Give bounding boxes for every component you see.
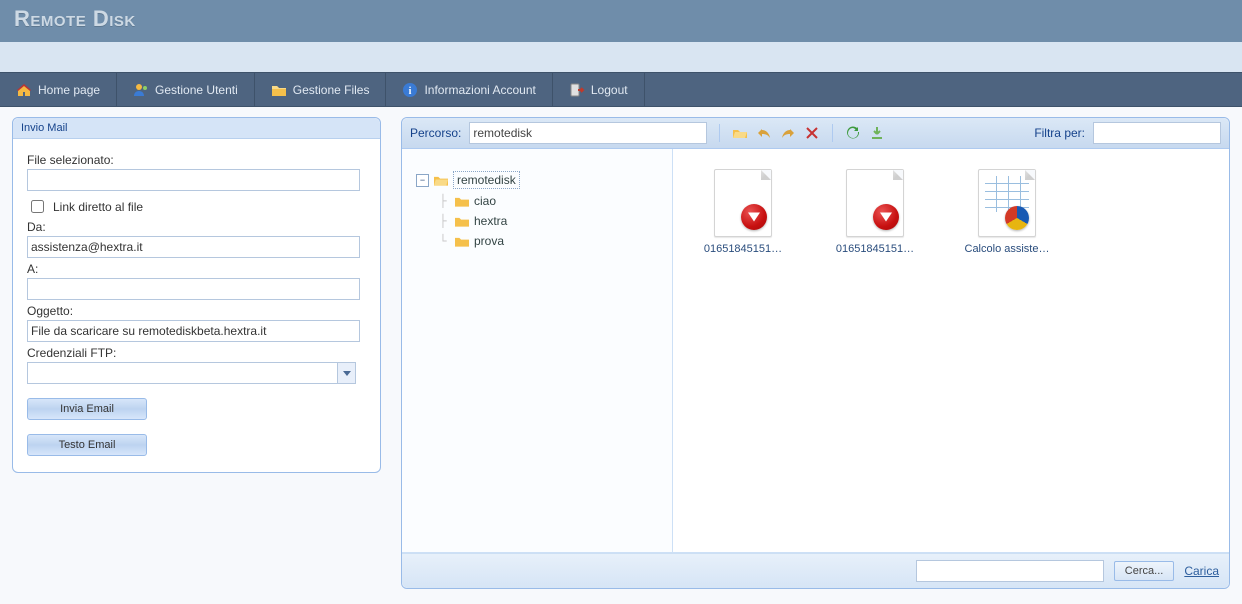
file-name: 01651845151… — [697, 243, 789, 255]
from-label: Da: — [27, 220, 366, 234]
toolbar-sep — [719, 124, 720, 142]
home-icon — [16, 82, 32, 98]
nav-users-label: Gestione Utenti — [155, 83, 238, 97]
toolbar-sep — [832, 124, 833, 142]
tree-root-label: remotedisk — [453, 171, 520, 189]
nav-files-label: Gestione Files — [293, 83, 370, 97]
pdf-icon — [741, 204, 767, 230]
tree-expander-icon[interactable]: − — [416, 174, 429, 187]
ftp-combo-trigger[interactable] — [337, 362, 356, 384]
to-input[interactable] — [27, 278, 360, 300]
users-icon — [133, 82, 149, 98]
file-thumb — [714, 169, 772, 237]
ftp-input[interactable] — [27, 362, 337, 384]
mail-panel: Invio Mail File selezionato: Link dirett… — [12, 117, 381, 473]
nav-files[interactable]: Gestione Files — [255, 73, 387, 106]
nav-bar: Home page Gestione Utenti Gestione Files… — [0, 72, 1242, 107]
send-email-button[interactable]: Invia Email — [27, 398, 147, 420]
file-item[interactable]: 01651845151… — [829, 169, 921, 255]
browser-body: − remotedisk ├ ciao ├ — [402, 149, 1229, 553]
tree-elbow-end-icon: └ — [436, 233, 450, 249]
chevron-down-icon — [343, 371, 351, 376]
direct-link-checkbox[interactable] — [31, 200, 44, 213]
redo-icon[interactable] — [780, 125, 796, 141]
browser-toolbar: Percorso: Filtra per: — [402, 118, 1229, 149]
file-thumb — [978, 169, 1036, 237]
header-spacer — [0, 42, 1242, 72]
nav-home[interactable]: Home page — [0, 73, 117, 106]
file-name: Calcolo assiste… — [961, 243, 1053, 255]
refresh-icon[interactable] — [845, 125, 861, 141]
content-row: Invio Mail File selezionato: Link dirett… — [0, 107, 1242, 599]
file-thumb — [846, 169, 904, 237]
tree-children: ├ ciao ├ hextra └ — [436, 191, 662, 251]
tree-child-label: hextra — [474, 213, 507, 229]
folder-tree: − remotedisk ├ ciao ├ — [402, 149, 673, 552]
nav-account[interactable]: i Informazioni Account — [386, 73, 552, 106]
info-icon: i — [402, 82, 418, 98]
tree-elbow-icon: ├ — [436, 193, 450, 209]
browser-footer: Cerca... Carica — [402, 553, 1229, 588]
tree-elbow-icon: ├ — [436, 213, 450, 229]
app-title: Remote Disk — [0, 0, 1242, 42]
logout-icon — [569, 82, 585, 98]
nav-home-label: Home page — [38, 83, 100, 97]
folder-icon — [455, 195, 469, 207]
file-name: 01651845151… — [829, 243, 921, 255]
email-text-button[interactable]: Testo Email — [27, 434, 147, 456]
folder-icon — [455, 235, 469, 247]
mail-panel-body: File selezionato: Link diretto al file D… — [13, 139, 380, 472]
direct-link-label: Link diretto al file — [53, 200, 143, 214]
folder-icon — [455, 215, 469, 227]
folder-icon — [271, 82, 287, 98]
tree-child[interactable]: └ prova — [436, 231, 662, 251]
path-input[interactable] — [469, 122, 707, 144]
footer-search-input[interactable] — [916, 560, 1104, 582]
nav-logout-label: Logout — [591, 83, 628, 97]
ftp-combo — [27, 362, 356, 384]
ftp-label: Credenziali FTP: — [27, 346, 366, 360]
file-browser-panel: Percorso: Filtra per: — [401, 117, 1230, 589]
tree-child-label: prova — [474, 233, 504, 249]
to-label: A: — [27, 262, 366, 276]
file-selected-input[interactable] — [27, 169, 360, 191]
tree-root[interactable]: − remotedisk — [416, 169, 662, 191]
nav-account-label: Informazioni Account — [424, 83, 535, 97]
subject-label: Oggetto: — [27, 304, 366, 318]
footer-upload-link[interactable]: Carica — [1184, 564, 1219, 578]
tree-child[interactable]: ├ ciao — [436, 191, 662, 211]
folder-open-icon — [434, 174, 448, 186]
delete-icon[interactable] — [804, 125, 820, 141]
file-selected-label: File selezionato: — [27, 153, 366, 167]
filter-label: Filtra per: — [1034, 126, 1085, 140]
mail-panel-title: Invio Mail — [13, 118, 380, 139]
tree-child-label: ciao — [474, 193, 496, 209]
tree-child[interactable]: ├ hextra — [436, 211, 662, 231]
download-icon[interactable] — [869, 125, 885, 141]
open-folder-icon[interactable] — [732, 125, 748, 141]
file-item[interactable]: Calcolo assiste… — [961, 169, 1053, 255]
nav-logout[interactable]: Logout — [553, 73, 645, 106]
file-item[interactable]: 01651845151… — [697, 169, 789, 255]
chart-icon — [1005, 206, 1029, 230]
subject-input[interactable] — [27, 320, 360, 342]
nav-users[interactable]: Gestione Utenti — [117, 73, 255, 106]
svg-text:i: i — [409, 86, 412, 97]
undo-icon[interactable] — [756, 125, 772, 141]
pdf-icon — [873, 204, 899, 230]
files-pane: 01651845151… 01651845151… Calcolo assist… — [673, 149, 1229, 552]
direct-link-row: Link diretto al file — [27, 197, 366, 216]
from-input[interactable] — [27, 236, 360, 258]
filter-input[interactable] — [1093, 122, 1221, 144]
footer-search-button[interactable]: Cerca... — [1114, 561, 1175, 581]
path-label: Percorso: — [410, 126, 461, 140]
